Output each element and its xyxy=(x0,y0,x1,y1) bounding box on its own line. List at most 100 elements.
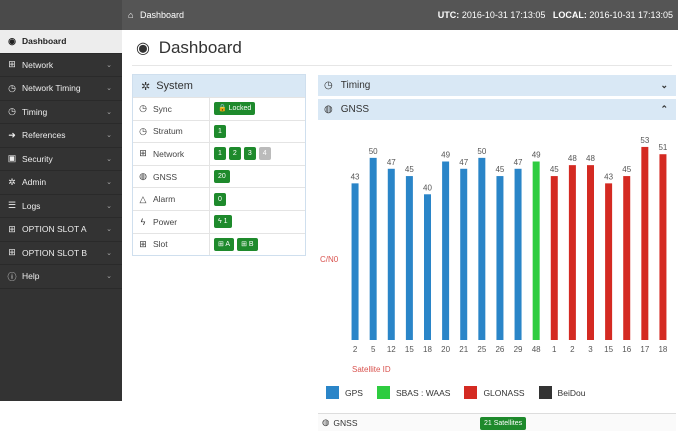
system-row-label: Sync xyxy=(153,103,172,114)
bar-value-label: 40 xyxy=(423,183,432,192)
sidebar-item-security[interactable]: ▣ Security ⌄ xyxy=(0,148,122,171)
system-panel-header: ✲ System xyxy=(133,75,305,97)
status-badge[interactable]: 🔒 Locked xyxy=(214,102,256,116)
sidebar-item-label: Timing xyxy=(22,106,48,117)
globe-icon: ◍ xyxy=(324,104,333,115)
x-tick-label: 20 xyxy=(441,345,450,354)
sidebar-item-label: Admin xyxy=(22,177,47,188)
bar-value-label: 47 xyxy=(514,158,523,167)
plus-square-icon: ⊞ xyxy=(139,238,147,249)
sidebar-item-label: OPTION SLOT A xyxy=(22,224,87,235)
local-value: 2016-10-31 17:13:05 xyxy=(589,10,673,20)
legend-label: GPS xyxy=(345,387,363,398)
chart-bar xyxy=(659,154,667,340)
clock-icon: ◷ xyxy=(324,80,333,91)
chevron-down-icon: ⌄ xyxy=(106,61,112,69)
sidebar-item-option-slot-b[interactable]: ⊞ OPTION SLOT B ⌄ xyxy=(0,242,122,265)
status-badge[interactable]: 4 xyxy=(258,147,271,161)
legend-swatch xyxy=(538,386,552,399)
bar-value-label: 45 xyxy=(405,165,414,174)
bar-value-label: 49 xyxy=(532,151,541,160)
bar-value-label: 43 xyxy=(604,172,613,181)
status-badge[interactable]: ⊞ B xyxy=(237,237,258,251)
sidebar-item-network[interactable]: ⊞ Network ⌄ xyxy=(0,54,122,77)
bar-value-label: 50 xyxy=(477,147,486,156)
x-tick-label: 18 xyxy=(423,345,432,354)
sidebar-item-admin[interactable]: ✲ Admin ⌄ xyxy=(0,171,122,195)
status-badge[interactable]: 1 xyxy=(214,124,226,138)
top-bar: ⌂ Dashboard UTC: 2016-10-31 17:13:05 LOC… xyxy=(0,0,678,30)
chart-bar xyxy=(369,157,377,340)
plus-square-icon: ⊞ xyxy=(8,223,16,234)
clock-icon: ◷ xyxy=(139,103,147,114)
bar-value-label: 45 xyxy=(495,165,504,174)
sidebar-item-help[interactable]: ⓘ Help ⌄ xyxy=(0,265,122,289)
system-panel-title: System xyxy=(156,80,193,92)
system-row-label: Slot xyxy=(153,239,168,250)
system-row-alarm: △ Alarm 0 xyxy=(133,187,305,210)
chart-bar xyxy=(641,146,649,340)
chart-bar xyxy=(623,176,631,340)
system-row-label: Alarm xyxy=(153,194,176,205)
x-tick-label: 29 xyxy=(514,345,523,354)
system-row-slot: ⊞ Slot ⊞ A ⊞ B xyxy=(133,232,305,256)
legend-label: BeiDou xyxy=(557,387,586,398)
bar-value-label: 48 xyxy=(586,154,595,163)
gnss-panel-header[interactable]: ◍ GNSS ⌃ xyxy=(318,99,676,120)
sidebar-item-timing[interactable]: ◷ Timing ⌄ xyxy=(0,101,122,124)
system-row-power: ϟ Power ϟ 1 xyxy=(133,209,305,233)
gnss-panel-title: GNSS xyxy=(340,104,370,115)
sidebar-item-label: OPTION SLOT B xyxy=(22,247,88,258)
system-rows: ◷ Sync 🔒 Locked ◷ Stratum 1 ⊞ Network 1 2 3 4 ◍ GNSS 2… xyxy=(133,97,305,256)
status-badge[interactable]: 2 xyxy=(228,147,241,161)
chevron-up-icon[interactable]: ⌃ xyxy=(660,104,668,115)
legend-swatch xyxy=(326,386,339,399)
sidebar-item-dashboard[interactable]: ◉ Dashboard xyxy=(0,30,122,54)
chart-bar xyxy=(387,168,395,340)
system-row-values: 20 xyxy=(209,165,230,188)
chevron-down-icon: ⌄ xyxy=(106,179,112,187)
clock-icon: ◷ xyxy=(8,106,16,117)
x-tick-label: 12 xyxy=(387,345,396,354)
gnss-signal-chart: 4325054712451540184920472150254526472949… xyxy=(320,136,668,374)
globe-icon: ◍ xyxy=(322,417,330,427)
system-row-label: Power xyxy=(153,216,178,227)
legend-entry: GLONASS xyxy=(464,386,525,399)
chevron-down-icon[interactable]: ⌄ xyxy=(660,80,668,91)
system-row-values: 1234 xyxy=(209,143,271,165)
clock-icon: ◷ xyxy=(8,82,16,93)
sidebar-item-references[interactable]: ➜ References ⌄ xyxy=(0,124,122,148)
system-row-sync: ◷ Sync 🔒 Locked xyxy=(133,97,305,120)
chart-bar xyxy=(532,161,540,340)
status-badge[interactable]: ⊞ A xyxy=(214,237,235,251)
bar-value-label: 48 xyxy=(568,154,577,163)
status-badge[interactable]: 0 xyxy=(214,192,226,206)
sidebar-item-option-slot-a[interactable]: ⊞ OPTION SLOT A ⌄ xyxy=(0,218,122,242)
clock-icon: ◷ xyxy=(139,125,147,136)
chevron-down-icon: ⌄ xyxy=(106,132,112,140)
title-divider xyxy=(132,65,672,66)
breadcrumb-label[interactable]: Dashboard xyxy=(140,10,184,20)
bar-value-label: 43 xyxy=(351,172,360,181)
status-badge[interactable]: 20 xyxy=(214,170,230,184)
system-row-network: ⊞ Network 1 2 3 4 xyxy=(133,142,305,165)
status-badge[interactable]: ϟ 1 xyxy=(214,215,232,229)
chart-bar xyxy=(568,165,576,340)
gnss-chart: 43 2 50 5 47 12 45 15 40 18 49 20 47 21 50 25 45 26 47 29 49… xyxy=(318,122,676,378)
list-icon: ☰ xyxy=(7,200,17,211)
utc-label: UTC: xyxy=(437,10,460,20)
satellite-count-badge: 21 Satellites xyxy=(480,417,527,430)
timing-panel-header[interactable]: ◷ Timing ⌄ xyxy=(318,75,676,96)
legend-swatch xyxy=(464,386,478,399)
sidebar-item-logs[interactable]: ☰ Logs ⌄ xyxy=(0,195,122,218)
x-tick-label: 18 xyxy=(658,345,667,354)
dashboard-icon: ◉ xyxy=(8,35,16,46)
status-badge[interactable]: 3 xyxy=(243,147,256,161)
legend-entry: BeiDou xyxy=(538,386,586,399)
sidebar-item-network-timing[interactable]: ◷ Network Timing ⌄ xyxy=(0,77,122,101)
status-badge[interactable]: 1 xyxy=(214,147,226,161)
top-bar-logo-area xyxy=(0,0,122,30)
home-icon[interactable]: ⌂ xyxy=(128,10,133,20)
system-row-values: ⊞ A ⊞ B xyxy=(209,233,258,256)
utc-value: 2016-10-31 17:13:05 xyxy=(461,10,546,20)
